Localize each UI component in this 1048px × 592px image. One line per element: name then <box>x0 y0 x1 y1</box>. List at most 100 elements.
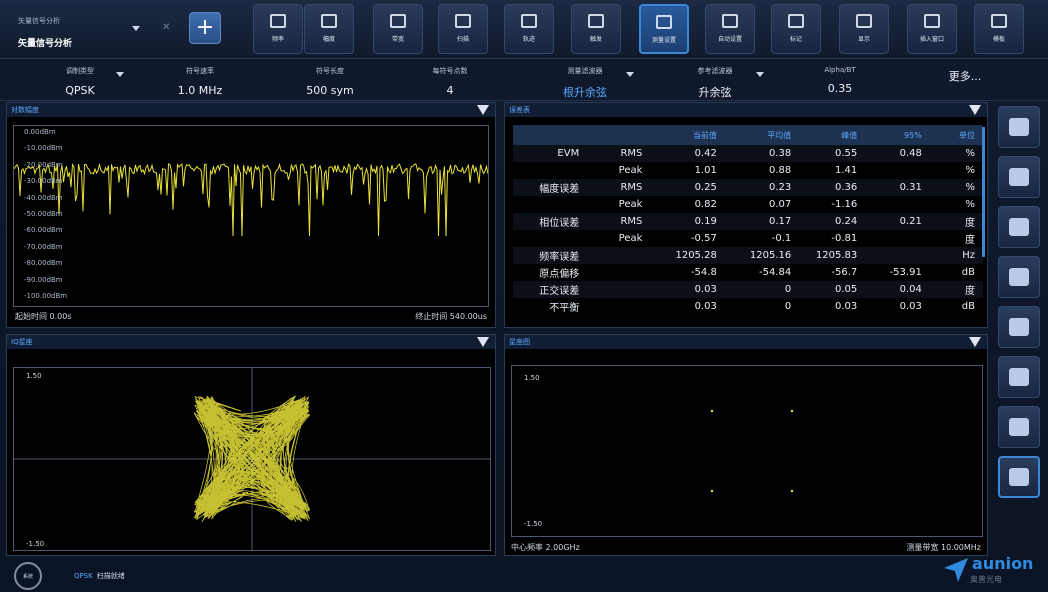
mode-selector[interactable]: 矢量信号分析 矢量信号分析 ✕ <box>12 8 172 52</box>
sidebar-button-2[interactable] <box>998 206 1040 248</box>
y-max-label: 1.50 <box>26 372 42 380</box>
table-cell: 0.82 <box>694 199 717 210</box>
table-cell: 相位误差 <box>513 213 588 230</box>
toolbar-button-4[interactable]: 轨迹 <box>504 4 554 54</box>
toolbar-button-8[interactable]: 标记 <box>771 4 821 54</box>
mode-value: 矢量信号分析 <box>18 39 73 49</box>
toolbar-button-1[interactable]: 幅度 <box>304 4 354 54</box>
stop-time: 终止时间 540.00us <box>415 312 487 321</box>
table-row: 相位误差 RMS 0.19 0.17 0.24 0.21 度 <box>513 213 983 230</box>
constellation-panel: 星座图 1.50 -1.50 中心频率 2.00GHz 测量带宽 10.00MH… <box>504 334 988 556</box>
toolbar-label: 测量设置 <box>651 37 676 44</box>
param-value: QPSK <box>65 84 95 97</box>
add-window-button[interactable]: + <box>189 12 221 44</box>
param-2[interactable]: 符号长度 500 sym <box>290 60 370 100</box>
y-max-label: 1.50 <box>524 374 540 382</box>
toolbar-button-2[interactable]: 带宽 <box>373 4 423 54</box>
sidebar-button-6[interactable] <box>998 406 1040 448</box>
system-label: 系统 <box>22 573 33 580</box>
table-cell: 度 <box>929 213 983 230</box>
table-cell: 正交误差 <box>513 281 588 298</box>
y-axis-label: -10.00dBm <box>24 144 63 153</box>
toolbar-button-10[interactable]: 插入窗口 <box>907 4 957 54</box>
table-cell: Peak <box>618 233 643 244</box>
toolbar-label: 频率 <box>271 36 284 43</box>
toolbar-button-7[interactable]: 自动设置 <box>705 4 755 54</box>
sidebar-button-0[interactable] <box>998 106 1040 148</box>
column-header: 峰值 <box>799 125 866 145</box>
toolbar-button-0[interactable]: 频率 <box>253 4 303 54</box>
iq-constellation-panel: IQ星座 1.50 -1.50 <box>6 334 496 556</box>
y-axis-label: -80.00dBm <box>24 259 63 268</box>
table-row: EVM RMS 0.42 0.38 0.55 0.48% <box>513 145 983 162</box>
table-cell: -53.91 <box>889 267 922 278</box>
y-axis-label: -20.00dBm <box>24 160 63 169</box>
y-axis-label: -30.00dBm <box>24 177 63 186</box>
panel-title: 对数幅度 <box>11 106 39 114</box>
log-magnitude-trace <box>14 162 488 237</box>
param-1[interactable]: 符号速率 1.0 MHz <box>160 60 240 100</box>
sidebar-button-5[interactable] <box>998 356 1040 398</box>
chevron-down-icon <box>756 72 764 77</box>
table-cell: Peak <box>618 165 643 176</box>
table-cell: 不平衡 <box>549 303 580 314</box>
status-message: QPSK 扫描就绪 <box>74 571 125 581</box>
table-row: 频率误差 1205.28 1205.16 1205.83 Hz <box>513 247 983 264</box>
save-icon <box>1009 318 1029 336</box>
magnitude-trace-line <box>14 162 488 237</box>
param-caption: 符号速率 <box>186 67 214 75</box>
constellation-point <box>710 489 714 493</box>
app-window: 矢量信号分析 矢量信号分析 ✕ + 频率 幅度 带宽 扫描 轨迹 触发 测量设置 自动设置 标记… <box>0 0 1048 592</box>
table-cell: 0.48 <box>865 145 930 162</box>
panel-menu-icon[interactable] <box>477 105 489 115</box>
toolbar-label: 插入窗口 <box>919 36 944 43</box>
table-cell: RMS <box>587 179 651 196</box>
close-icon[interactable]: ✕ <box>162 22 170 33</box>
param-6[interactable]: Alpha/BT 0.35 <box>800 60 880 100</box>
y-axis-label: -90.00dBm <box>24 275 63 284</box>
y-axis-label: -50.00dBm <box>24 210 63 218</box>
mode-caption: 矢量信号分析 <box>18 17 60 25</box>
param-4[interactable]: 测量滤波器 根升余弦 <box>540 60 634 100</box>
panel-title: 星座图 <box>509 338 530 346</box>
sidebar-button-1[interactable] <box>998 156 1040 198</box>
log-magnitude-plot: 0.00dBm -10.00dBm -20.00dBm -30.00dBm -40.00… <box>13 125 489 307</box>
globe-icon <box>1009 218 1029 236</box>
table-cell: dB <box>961 267 975 278</box>
sidebar-button-7[interactable] <box>998 456 1040 498</box>
column-header: 当前值 <box>650 125 725 145</box>
panel-menu-icon[interactable] <box>477 337 489 347</box>
param-3[interactable]: 每符号点数 4 <box>410 60 490 100</box>
table-cell: % <box>929 145 983 162</box>
system-button[interactable]: 系统 <box>14 562 42 590</box>
param-7[interactable]: 更多... <box>930 60 1000 100</box>
toolbar-button-11[interactable]: 模板 <box>974 4 1024 54</box>
toolbar-button-6[interactable]: 测量设置 <box>639 4 689 54</box>
y-axis-label: -40.00dBm <box>24 193 63 202</box>
table-cell <box>865 230 930 247</box>
table-cell: 1205.16 <box>724 247 800 264</box>
panel-menu-icon[interactable] <box>969 337 981 347</box>
param-0[interactable]: 调制类型 QPSK <box>40 60 124 100</box>
y-axis-label: -60.00dBm <box>24 226 63 235</box>
table-scrollbar[interactable] <box>982 127 985 257</box>
toolbar-button-3[interactable]: 扫描 <box>438 4 488 54</box>
sidebar-button-3[interactable] <box>998 256 1040 298</box>
table-cell: 度 <box>965 235 975 246</box>
table-cell: % <box>965 165 975 176</box>
param-caption: 参考滤波器 <box>697 67 733 75</box>
panel-menu-icon[interactable] <box>969 105 981 115</box>
toolbar-button-5[interactable]: 触发 <box>571 4 621 54</box>
param-5[interactable]: 参考滤波器 升余弦 <box>670 60 764 100</box>
sidebar-button-4[interactable] <box>998 306 1040 348</box>
marker-icon <box>788 14 804 28</box>
constellation-plot: 1.50 -1.50 <box>511 365 983 537</box>
param-caption: Alpha/BT <box>824 66 856 74</box>
table-row: Peak -0.57 -0.1 -0.81 度 <box>513 230 983 247</box>
param-caption: 测量滤波器 <box>567 67 603 75</box>
top-toolbar: 矢量信号分析 矢量信号分析 ✕ + 频率 幅度 带宽 扫描 轨迹 触发 测量设置 自动设置 标记… <box>0 0 1048 59</box>
toolbar-button-9[interactable]: 显示 <box>839 4 889 54</box>
table-cell <box>587 281 651 298</box>
table-cell <box>587 298 650 315</box>
table-cell <box>865 247 930 264</box>
